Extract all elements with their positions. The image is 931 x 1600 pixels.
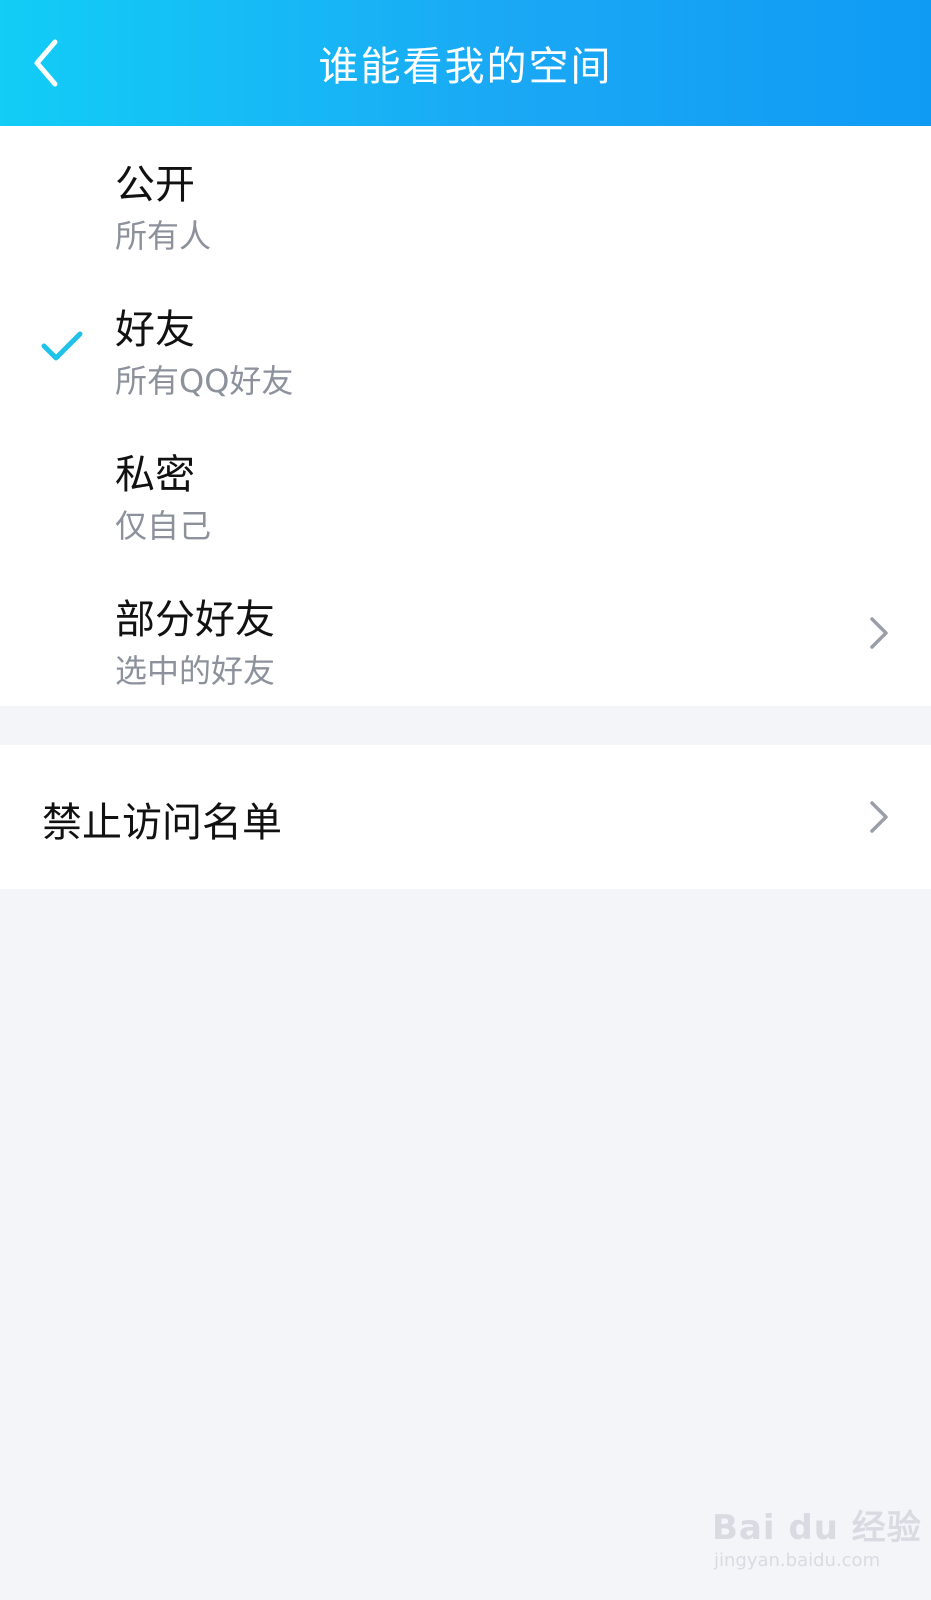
blocked-visitors-label: 禁止访问名单 <box>42 800 282 846</box>
page-title: 谁能看我的空间 <box>318 44 613 90</box>
chevron-right-icon <box>870 801 888 833</box>
checkmark-icon <box>41 331 83 361</box>
option-subtitle: 所有QQ好友 <box>115 362 294 400</box>
option-subtitle: 仅自己 <box>115 507 212 545</box>
watermark-logo: Bai du 经验 <box>712 1508 922 1548</box>
visibility-options-list: 公开 所有人 好友 所有QQ好友 私密 仅自己 部分好友 选中的好友 <box>0 126 931 706</box>
option-subtitle: 所有人 <box>115 217 212 255</box>
watermark-url: jingyan.baidu.com <box>714 1550 881 1571</box>
option-title: 公开 <box>115 162 195 208</box>
option-title: 私密 <box>115 452 195 498</box>
option-private[interactable]: 私密 仅自己 <box>0 416 931 561</box>
blocked-visitors-row[interactable]: 禁止访问名单 <box>0 745 931 889</box>
option-title: 好友 <box>115 307 195 353</box>
baidu-jingyan-watermark: Bai du 经验 jingyan.baidu.com <box>712 1500 921 1580</box>
option-title: 部分好友 <box>115 597 275 643</box>
option-some-friends[interactable]: 部分好友 选中的好友 <box>0 561 931 706</box>
option-subtitle: 选中的好友 <box>115 652 276 690</box>
chevron-right-icon <box>870 617 888 649</box>
option-friends[interactable]: 好友 所有QQ好友 <box>0 271 931 416</box>
option-public[interactable]: 公开 所有人 <box>0 126 931 271</box>
title-bar: 谁能看我的空间 <box>0 0 931 126</box>
